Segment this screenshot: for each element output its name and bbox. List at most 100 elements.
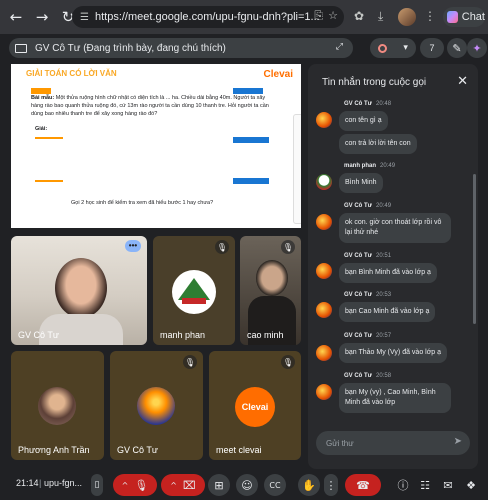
message-header: GV Cô Tư 20:49	[344, 203, 391, 209]
expand-icon[interactable]: ⤢	[336, 42, 343, 52]
browser-toolbar: ← → ↻ ☰ https://meet.google.com/upu-fgnu…	[0, 0, 488, 34]
chat-icon[interactable]: ✉	[441, 474, 455, 496]
activities-icon[interactable]: ✎	[447, 38, 467, 58]
more-options-icon[interactable]: ⋮	[324, 474, 338, 496]
presenter-label: GV Cô Tư (Đang trình bày, đang chú thích…	[35, 42, 226, 54]
downloads-icon[interactable]: ⤓	[378, 9, 383, 24]
people-count[interactable]: 7	[420, 38, 444, 58]
in-call-chat-panel: Tin nhắn trong cuộc gọi ✕ GV Cô Tư 20:48 …	[308, 64, 478, 469]
slide-tag	[233, 137, 269, 143]
address-bar[interactable]: ☰ https://meet.google.com/upu-fgnu-dnh?p…	[72, 6, 344, 28]
sender-avatar	[316, 214, 332, 230]
message-time: 20:49	[376, 203, 392, 209]
menu-dots-icon[interactable]: ⋮	[424, 9, 436, 23]
tile-name: GV Cô Tư	[18, 330, 59, 340]
video-tile[interactable]: Phương Anh Trần	[11, 351, 104, 460]
video-tile[interactable]: Clevai 🎙 meet clevai	[209, 351, 301, 460]
meeting-code: upu-fgn...	[44, 478, 83, 488]
record-icon	[378, 43, 388, 53]
sender-name: GV Cô Tư	[344, 292, 373, 298]
sender-avatar	[316, 384, 332, 400]
people-icon[interactable]: ☷	[418, 474, 432, 496]
chat-message: bạn Bình Minh đã vào lớp ạ	[339, 263, 437, 283]
sender-name: GV Cô Tư	[344, 203, 373, 209]
sender-name: GV Cô Tư	[344, 373, 373, 379]
sender-avatar	[316, 302, 332, 318]
mic-toggle-button[interactable]: ^ 🎙	[113, 474, 157, 496]
cast-icon[interactable]: ⎘	[314, 9, 323, 23]
chat-title: Tin nhắn trong cuộc gọi	[322, 77, 427, 88]
slide-brand: Clevai	[263, 69, 293, 80]
chat-input-placeholder: Gửi thư	[326, 438, 354, 448]
slide-underline	[35, 180, 63, 182]
bookmark-star-icon[interactable]: ☆	[328, 9, 338, 23]
problem-text: Một thửa ruộng hình chữ nhật có diện tíc…	[31, 95, 269, 117]
message-time: 20:58	[376, 373, 392, 379]
message-header: GV Cô Tư 20:51	[344, 253, 391, 259]
video-tile[interactable]: 🎙 manh phan	[153, 236, 235, 345]
emoji-reaction-button[interactable]: ☺	[236, 474, 258, 496]
participant-avatar	[38, 387, 76, 425]
message-time: 20:48	[376, 101, 392, 107]
info-icon[interactable]: ⓘ	[396, 474, 410, 496]
chevron-up-icon[interactable]: ^	[170, 481, 177, 490]
meet-top-bar: GV Cô Tư (Đang trình bày, đang chú thích…	[9, 38, 487, 60]
send-icon[interactable]: ➤	[454, 436, 462, 447]
sender-avatar	[316, 263, 332, 279]
activities-icon[interactable]: ❖	[464, 474, 478, 496]
video-tile[interactable]: 🎙 GV Cô Tư	[110, 351, 203, 460]
tile-name: Phương Anh Trần	[18, 445, 90, 455]
message-time: 20:57	[376, 333, 392, 339]
chat-message: bạn Thảo My (Vy) đã vào lớp ạ	[339, 343, 448, 363]
raise-hand-button[interactable]: ✋	[298, 474, 320, 496]
chat-button-label: Chat	[461, 11, 485, 23]
presentation-banner[interactable]: GV Cô Tư (Đang trình bày, đang chú thích…	[9, 38, 353, 58]
speaking-indicator: •••	[125, 240, 141, 252]
message-header: GV Cô Tư 20:57	[344, 333, 391, 339]
site-info-icon[interactable]: ☰	[80, 12, 89, 23]
gemini-meet-icon[interactable]: ✦	[467, 38, 487, 58]
mic-off-icon: 🎙	[183, 355, 197, 369]
chat-message: bạn My (vy) , Cao Minh, Bình Minh đã vào…	[339, 383, 451, 413]
present-screen-button[interactable]: ⊞	[208, 474, 230, 496]
extensions-icon[interactable]: ✿	[354, 9, 364, 23]
camera-toggle-button[interactable]: ^ ⌧	[161, 474, 205, 496]
chevron-up-icon[interactable]: ^	[122, 481, 129, 490]
close-icon[interactable]: ✕	[457, 74, 468, 89]
video-tile[interactable]: 🎙 cao minh	[240, 236, 301, 345]
chat-message-input[interactable]: Gửi thư ➤	[316, 431, 470, 455]
example-label: Bài mẫu:	[31, 95, 55, 101]
profile-avatar[interactable]	[398, 8, 416, 26]
meet-window: ← → ↻ ☰ https://meet.google.com/upu-fgnu…	[0, 0, 488, 500]
sender-name: GV Cô Tư	[344, 101, 373, 107]
participant-avatar	[172, 270, 216, 314]
camera-off-icon: ⌧	[183, 478, 196, 492]
separator: |	[39, 478, 42, 488]
sender-name: GV Cô Tư	[344, 333, 373, 339]
forward-icon[interactable]: →	[32, 7, 52, 27]
tile-name: GV Cô Tư	[117, 445, 158, 455]
video-tile[interactable]: ••• GV Cô Tư	[11, 236, 147, 345]
solution-label: Giải:	[35, 126, 48, 132]
gemini-chat-button[interactable]: Chat	[443, 7, 485, 27]
mic-off-icon: 🎙	[281, 355, 295, 369]
shared-presentation: GIẢI TOÁN CÓ LỜI VĂN Clevai Bài mẫu: Một…	[11, 64, 301, 228]
back-icon[interactable]: ←	[6, 7, 26, 27]
end-call-button[interactable]: ☎	[345, 474, 381, 496]
chat-message: Bình Minh	[339, 173, 383, 193]
slide-logo: GIẢI TOÁN CÓ LỜI VĂN	[26, 69, 117, 78]
sender-name: manh phan	[344, 163, 377, 169]
message-header: manh phan 20:49	[344, 163, 395, 169]
mic-off-icon: 🎙	[215, 240, 229, 254]
chat-message: con trả lời lời tên con	[339, 134, 417, 154]
recording-indicator[interactable]: ▾	[370, 38, 416, 58]
presentation-icon	[15, 43, 27, 53]
meeting-info-icon[interactable]: ▯	[91, 474, 103, 496]
tile-name: manh phan	[160, 330, 206, 340]
participant-video	[256, 260, 288, 296]
chat-scrollbar[interactable]	[473, 174, 476, 324]
sender-avatar	[316, 174, 332, 190]
slide-question: Gọi 2 học sinh để kiểm tra xem đã hiểu b…	[71, 200, 214, 206]
captions-button[interactable]: CC	[264, 474, 286, 496]
annotation-toolbar[interactable]	[293, 114, 301, 224]
